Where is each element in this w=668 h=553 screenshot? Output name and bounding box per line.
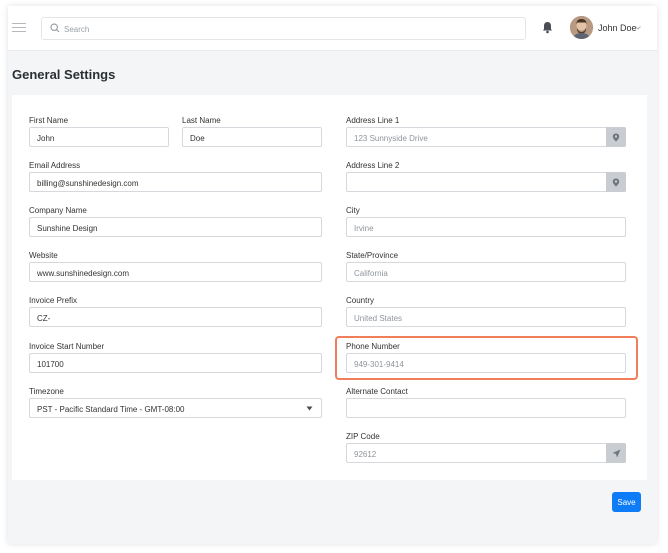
location-pin-icon — [612, 133, 620, 141]
timezone-label: Timezone — [29, 387, 64, 396]
invoice-prefix-label: Invoice Prefix — [29, 296, 78, 305]
website-label: Website — [29, 251, 58, 260]
location-pin-button[interactable] — [606, 172, 626, 192]
hamburger-menu-icon[interactable] — [12, 23, 26, 33]
zip-code-field — [346, 443, 626, 464]
locate-button[interactable] — [606, 443, 626, 463]
navigation-arrow-icon — [612, 449, 620, 457]
address-line-1-input[interactable] — [347, 129, 625, 148]
company-name-label: Company Name — [29, 206, 87, 215]
last-name-field — [182, 127, 322, 148]
country-field — [346, 307, 626, 328]
top-bar: John Doe — [8, 6, 657, 51]
first-name-input[interactable] — [30, 129, 168, 148]
zip-code-input[interactable] — [347, 445, 625, 464]
search-icon — [50, 23, 60, 33]
email-input[interactable] — [30, 174, 321, 193]
phone-number-highlight — [335, 336, 638, 380]
user-photo-icon — [570, 16, 593, 39]
alternate-contact-input[interactable] — [347, 400, 625, 419]
user-name[interactable]: John Doe — [598, 23, 637, 33]
country-input[interactable] — [347, 309, 625, 328]
website-input[interactable] — [30, 264, 321, 283]
website-field — [29, 262, 322, 283]
city-field — [346, 217, 626, 238]
address-line-2-field — [346, 172, 626, 193]
city-input[interactable] — [347, 219, 625, 238]
address-line-2-input[interactable] — [347, 174, 625, 193]
settings-form-card: First Name Last Name Email Address Compa… — [12, 95, 647, 480]
save-button[interactable]: Save — [612, 492, 641, 512]
address-line-1-label: Address Line 1 — [346, 116, 400, 125]
search-input[interactable] — [64, 21, 514, 37]
avatar[interactable] — [570, 16, 593, 39]
state-province-field — [346, 262, 626, 283]
invoice-prefix-field — [29, 307, 322, 328]
app-window: John Doe General Settings First Name Las… — [8, 6, 657, 544]
address-line-2-label: Address Line 2 — [346, 161, 400, 170]
timezone-selected-value[interactable] — [30, 400, 321, 419]
location-pin-button[interactable] — [606, 127, 626, 147]
invoice-prefix-input[interactable] — [30, 309, 321, 328]
address-line-1-field — [346, 127, 626, 148]
city-label: City — [346, 206, 360, 215]
alternate-contact-field — [346, 398, 626, 419]
company-name-input[interactable] — [30, 219, 321, 238]
invoice-start-number-input[interactable] — [30, 355, 321, 374]
invoice-start-number-field — [29, 353, 322, 374]
timezone-select[interactable] — [29, 398, 322, 419]
email-label: Email Address — [29, 161, 81, 170]
last-name-label: Last Name — [182, 116, 221, 125]
last-name-input[interactable] — [183, 129, 321, 148]
first-name-label: First Name — [29, 116, 69, 125]
search-box — [41, 17, 526, 40]
company-name-field — [29, 217, 322, 238]
email-field — [29, 172, 322, 193]
caret-down-icon[interactable] — [306, 406, 313, 411]
country-label: Country — [346, 296, 375, 305]
alternate-contact-label: Alternate Contact — [346, 387, 408, 396]
first-name-field — [29, 127, 169, 148]
notification-bell-icon[interactable] — [542, 21, 553, 34]
zip-code-label: ZIP Code — [346, 432, 380, 441]
page-title: General Settings — [12, 67, 116, 82]
state-province-label: State/Province — [346, 251, 399, 260]
chevron-down-icon[interactable] — [634, 25, 642, 31]
location-pin-icon — [612, 178, 620, 186]
state-province-input[interactable] — [347, 264, 625, 283]
invoice-start-number-label: Invoice Start Number — [29, 342, 105, 351]
